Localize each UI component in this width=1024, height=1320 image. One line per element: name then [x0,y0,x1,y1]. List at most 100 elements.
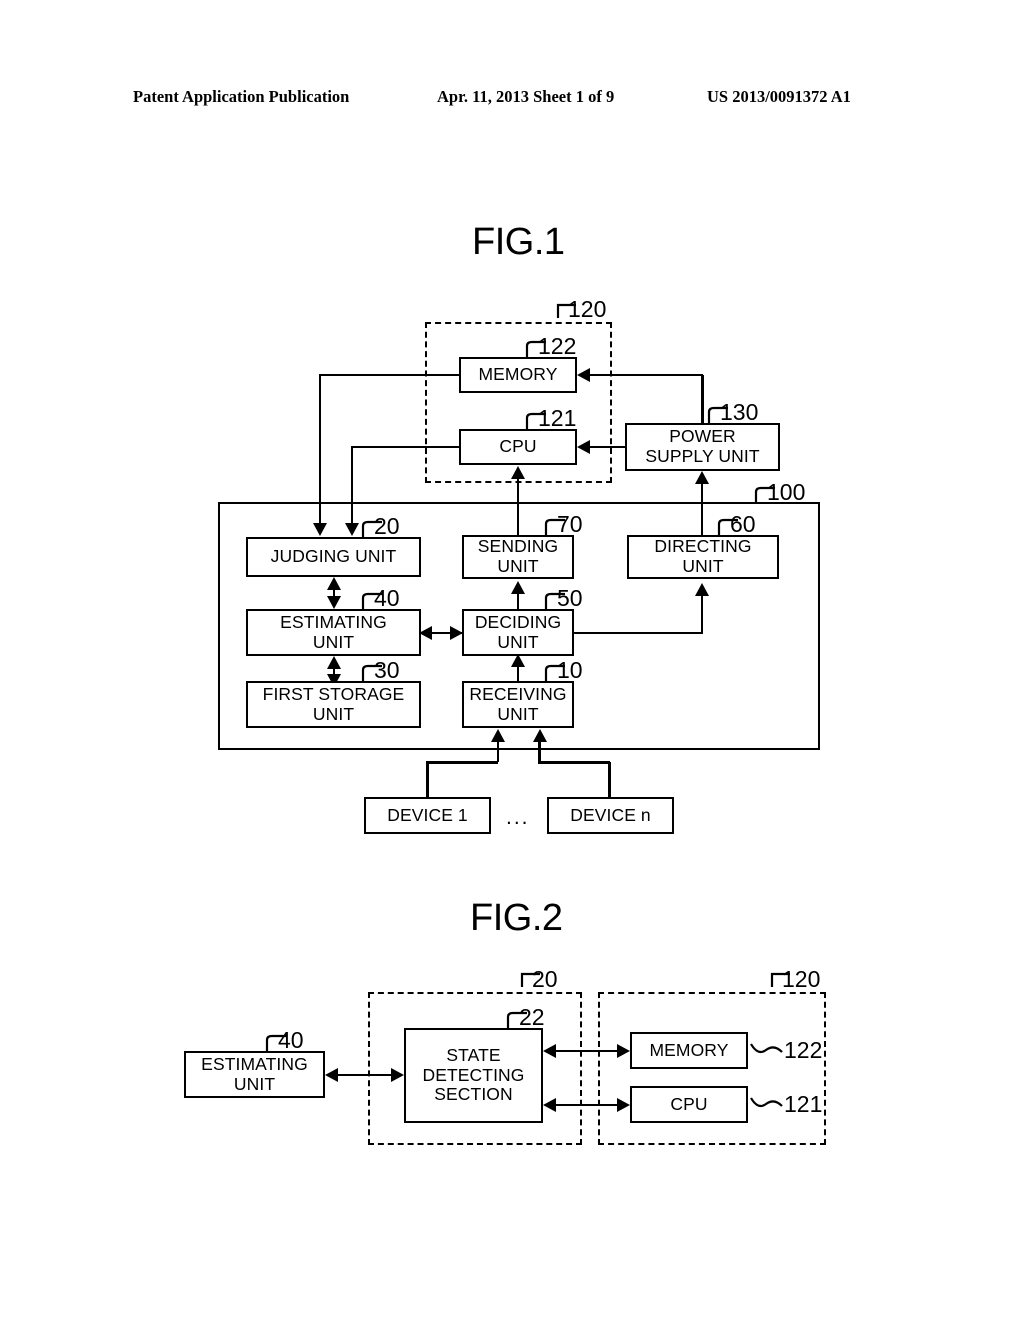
fig1-block-deciding-unit: DECIDING UNIT [462,609,574,656]
fig1-block-receiving-unit: RECEIVING UNIT [462,681,574,728]
fig1-line-deciding-to-sending [516,592,519,610]
fig1-arrow-into-cpu [577,440,590,454]
fig1-line-deciding-up-to-directing [700,595,703,633]
fig2-arrow-memory-right [617,1044,630,1058]
fig1-arrow-into-judging-unit-a [313,523,327,536]
fig1-block-device-n: DEVICE n [547,797,674,834]
fig1-arrow-into-psu [695,471,709,484]
fig1-line-device1-up [426,762,429,798]
fig1-arrow-into-receiving-a [491,729,505,742]
fig1-ref-60: 60 [730,511,756,537]
fig1-arrow-judging-up [327,577,341,590]
fig1-ref-40: 40 [374,585,400,611]
fig1-arrow-estimating-down [327,596,341,609]
fig1-block-directing-unit-label-2: UNIT [682,556,724,576]
fig2-ref-20: 20 [532,966,558,992]
fig1-ref-50: 50 [557,585,583,611]
fig2-block-state-detecting-section-label-3: SECTION [434,1084,513,1105]
fig1-block-directing-unit: DIRECTING UNIT [627,535,779,579]
fig1-block-receiving-unit-label-1: RECEIVING [469,683,567,704]
header-publication-type: Patent Application Publication [133,87,350,106]
fig1-block-cpu-label: CPU [499,436,537,457]
fig2-block-state-detecting-section: STATE DETECTING SECTION [404,1028,543,1123]
fig2-arrow-cpu-right [617,1098,630,1112]
fig2-leader-122 [750,1043,783,1054]
fig1-line-devicen-into-receiving [538,741,541,762]
fig2-line-state-memory [549,1049,625,1052]
fig1-block-judging-unit-label: JUDGING UNIT [270,546,397,567]
fig2-arrow-state-left-cpu [543,1098,556,1112]
fig1-arrow-into-sending [511,581,525,594]
fig2-block-state-detecting-section-label-2: DETECTING [422,1064,525,1085]
fig2-arrow-state-right [391,1068,404,1082]
fig1-block-cpu: CPU [459,429,577,465]
fig1-block-device-1: DEVICE 1 [364,797,491,834]
fig1-line-deciding-right [574,631,703,634]
fig1-block-directing-unit-label-1: DIRECTING [654,536,752,557]
fig1-block-sending-unit-label-2: UNIT [497,556,539,576]
fig1-ref-100: 100 [767,479,806,505]
fig1-line-sending-to-cpu [516,478,519,535]
fig1-line-memory-down [318,373,321,526]
patent-drawing-page: Patent Application Publication Apr. 11, … [0,0,1024,1320]
fig2-block-estimating-unit-label-2: UNIT [233,1073,276,1094]
header-date-sheet: Apr. 11, 2013 Sheet 1 of 9 [437,87,615,106]
fig2-ref-120: 120 [782,966,821,992]
fig2-block-memory: MEMORY [630,1032,748,1069]
fig1-ref-10: 10 [557,657,583,683]
fig1-line-psu-to-memory-horizontal [588,373,703,376]
fig1-block-power-supply-unit-label-1: POWER [669,426,736,447]
page-header: Patent Application Publication Apr. 11, … [0,87,1024,113]
fig2-block-cpu-label: CPU [670,1093,708,1114]
fig2-block-state-detecting-section-label-1: STATE [446,1045,501,1066]
fig1-block-first-storage-unit-label-2: UNIT [312,703,355,724]
fig1-ref-30: 30 [374,657,400,683]
fig2-block-cpu: CPU [630,1086,748,1123]
fig1-arrow-into-directing [695,583,709,596]
fig1-block-power-supply-unit: POWER SUPPLY UNIT [625,423,780,471]
fig1-block-first-storage-unit: FIRST STORAGE UNIT [246,681,421,728]
fig2-ref-122: 122 [784,1037,823,1063]
fig1-block-deciding-unit-label-1: DECIDING [474,611,562,632]
fig1-arrow-into-judging-unit-b [345,523,359,536]
fig1-block-receiving-unit-label-2: UNIT [497,703,539,724]
fig1-block-estimating-unit-label-2: UNIT [312,631,355,652]
fig2-line-state-cpu [549,1103,625,1106]
fig2-line-estimating-state [331,1073,399,1076]
fig1-line-psu-to-memory-vertical [701,375,704,425]
fig2-arrow-estimating-left [325,1068,338,1082]
figure-2-title: FIG.2 [470,897,563,939]
fig2-ref-121: 121 [784,1091,823,1117]
fig1-ref-130: 130 [720,399,759,425]
fig1-ref-20: 20 [374,513,400,539]
fig1-line-device1-into-receiving [496,741,499,762]
fig1-block-sending-unit: SENDING UNIT [462,535,574,579]
fig1-line-psu-to-cpu [588,445,627,448]
fig1-line-memory-left [320,373,461,376]
fig1-block-estimating-unit: ESTIMATING UNIT [246,609,421,656]
fig1-arrow-into-memory [577,368,590,382]
fig1-ref-70: 70 [557,511,583,537]
fig1-block-judging-unit: JUDGING UNIT [246,537,421,577]
fig1-block-estimating-unit-label-1: ESTIMATING [280,611,387,632]
fig1-line-device1-horizontal [426,761,498,764]
fig2-block-estimating-unit: ESTIMATING UNIT [184,1051,325,1098]
fig1-block-device-1-label: DEVICE 1 [387,804,468,825]
fig1-ref-121: 121 [538,405,577,431]
fig1-block-first-storage-unit-label-1: FIRST STORAGE [262,683,405,704]
fig2-block-estimating-unit-label-1: ESTIMATING [201,1053,308,1074]
fig1-block-memory: MEMORY [459,357,577,393]
fig1-block-power-supply-unit-label-2: SUPPLY UNIT [645,446,760,466]
fig1-device-ellipsis: ... [506,806,530,829]
fig1-arrow-into-receiving-b [532,729,547,742]
fig1-arrow-into-cpu-from-sending [511,466,525,479]
fig1-block-memory-label: MEMORY [478,364,558,385]
fig1-line-cpu-left [352,445,461,448]
fig1-line-directing-to-psu [700,484,703,535]
figure-1-title: FIG.1 [472,221,565,263]
header-patent-number: US 2013/0091372 A1 [707,87,851,106]
fig1-line-devicen-horizontal [538,761,610,764]
fig2-arrow-state-left-memory [543,1044,556,1058]
fig1-arrow-estimating-up [327,656,341,669]
fig2-block-memory-label: MEMORY [649,1039,729,1060]
